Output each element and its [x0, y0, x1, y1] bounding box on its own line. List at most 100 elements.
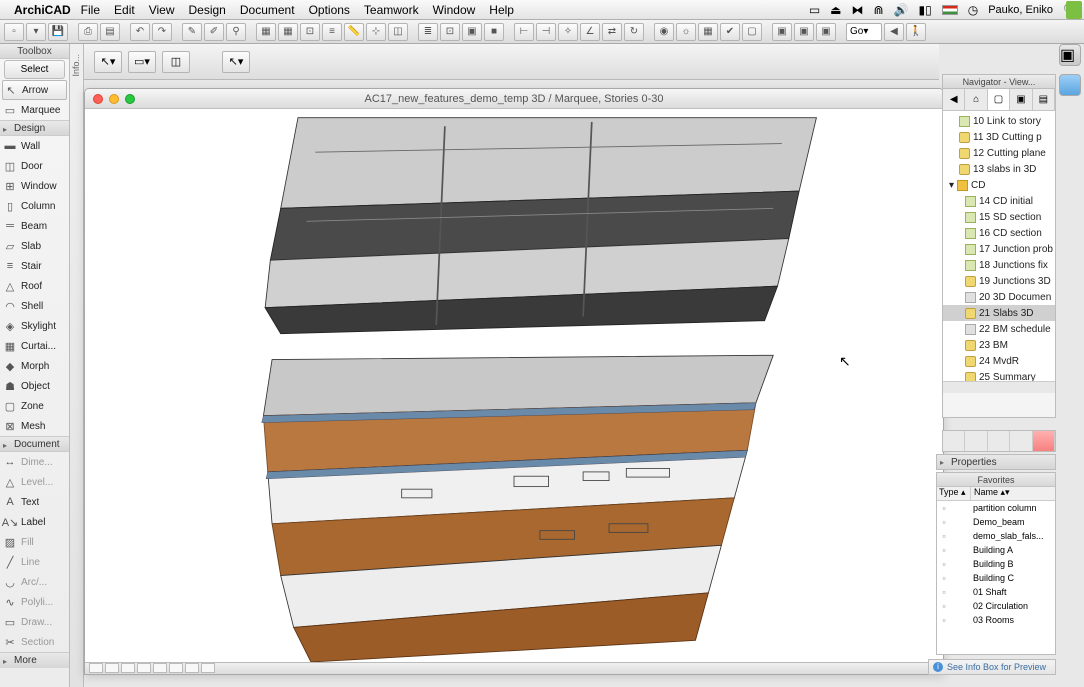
scale-button[interactable]: ⊡ — [440, 23, 460, 41]
select-group-button[interactable]: Select — [4, 60, 65, 79]
tool-beam[interactable]: ═Beam — [0, 216, 69, 236]
guide-button[interactable]: ⊹ — [366, 23, 386, 41]
redo-button[interactable]: ↷ — [152, 23, 172, 41]
nav-item-15-sd-section[interactable]: 15 SD section — [943, 209, 1055, 225]
tool-mesh[interactable]: ⊠Mesh — [0, 416, 69, 436]
nav-tab-back[interactable]: ◀ — [943, 89, 965, 110]
new-doc-button[interactable]: ▫ — [4, 23, 24, 41]
document-group-header[interactable]: Document — [0, 436, 69, 452]
tool-door[interactable]: ◫Door — [0, 156, 69, 176]
tool-morph[interactable]: ◆Morph — [0, 356, 69, 376]
nav-btn-delete[interactable] — [1033, 431, 1055, 451]
menu-options[interactable]: Options — [309, 3, 350, 17]
favorite-partition-column[interactable]: ▫partition column — [937, 501, 1055, 515]
tool-window[interactable]: ⊞Window — [0, 176, 69, 196]
tool-stair[interactable]: ≡Stair — [0, 256, 69, 276]
align-button[interactable]: ⊢ — [514, 23, 534, 41]
nav-tab-project[interactable]: ⌂ — [965, 89, 987, 110]
nav-tab-publish[interactable]: ▤ — [1033, 89, 1055, 110]
nav-item-23-bm[interactable]: 23 BM — [943, 337, 1055, 353]
menu-window[interactable]: Window — [433, 3, 476, 17]
favorites-col-name[interactable]: Name ▴▾ — [971, 487, 1055, 500]
close-window-button[interactable] — [93, 94, 103, 104]
suspend-groups-button[interactable]: ▦ — [256, 23, 276, 41]
bluetooth-icon[interactable]: ⧓ — [852, 3, 864, 17]
tool-section[interactable]: ✂Section — [0, 632, 69, 652]
plot-button[interactable]: ▤ — [100, 23, 120, 41]
navigator-scrollbar[interactable] — [943, 381, 1055, 393]
design-group-header[interactable]: Design — [0, 120, 69, 136]
nav-item-18-junctions-fix[interactable]: 18 Junctions fix — [943, 257, 1055, 273]
nav-btn-3[interactable] — [988, 431, 1010, 451]
tool-draw[interactable]: ▭Draw... — [0, 612, 69, 632]
info-box-strip[interactable]: Info... — [70, 44, 84, 687]
nav-tab-view[interactable]: ▢ — [988, 89, 1010, 110]
rotate-button[interactable]: ↻ — [624, 23, 644, 41]
menu-teamwork[interactable]: Teamwork — [364, 3, 419, 17]
menu-file[interactable]: File — [81, 3, 100, 17]
grid-button[interactable]: ▦ — [278, 23, 298, 41]
sun-button[interactable]: ☼ — [676, 23, 696, 41]
more-group-header[interactable]: More — [0, 652, 69, 668]
tool-fill[interactable]: ▨Fill — [0, 532, 69, 552]
walk-button[interactable]: 🚶 — [906, 23, 926, 41]
flag-hungary-icon[interactable] — [942, 5, 958, 15]
orbit-button[interactable] — [153, 663, 167, 673]
screen-share-button[interactable] — [1059, 74, 1081, 96]
nav-item-21-slabs-3d[interactable]: 21 Slabs 3D — [943, 305, 1055, 321]
nav-item-14-cd-initial[interactable]: 14 CD initial — [943, 193, 1055, 209]
arrow-mode-1[interactable]: ↖▾ — [94, 51, 122, 73]
zoom-extent-button[interactable] — [89, 663, 103, 673]
favorites-col-type[interactable]: Type ▴ — [937, 487, 971, 500]
nav-btn-1[interactable] — [943, 431, 965, 451]
snap-button[interactable]: ⊡ — [300, 23, 320, 41]
arrow-mode-2[interactable]: ▭▾ — [128, 51, 156, 73]
save-button[interactable]: 💾 — [48, 23, 68, 41]
nav-item-10-link-to-story[interactable]: 10 Link to story — [943, 113, 1055, 129]
arrow-mode-4[interactable]: ↖▾ — [222, 51, 250, 73]
angle-button[interactable]: ∠ — [580, 23, 600, 41]
pan-button[interactable] — [137, 663, 151, 673]
favorite-building-a[interactable]: ▫Building A — [937, 543, 1055, 557]
tool-line[interactable]: ╱Line — [0, 552, 69, 572]
video-record-button[interactable]: ▣ — [1059, 44, 1081, 66]
find-button[interactable]: ⚲ — [226, 23, 246, 41]
camera-button[interactable]: ◉ — [654, 23, 674, 41]
open-doc-button[interactable]: ▾ — [26, 23, 46, 41]
view-mode3-button[interactable]: ▣ — [816, 23, 836, 41]
trace-button[interactable]: ◫ — [388, 23, 408, 41]
tool-slab[interactable]: ▱Slab — [0, 236, 69, 256]
tool-wall[interactable]: ▬Wall — [0, 136, 69, 156]
favorite-building-b[interactable]: ▫Building B — [937, 557, 1055, 571]
nav-item-24-mvdr[interactable]: 24 MvdR — [943, 353, 1055, 369]
menu-document[interactable]: Document — [240, 3, 295, 17]
view-mode-button[interactable]: ▣ — [772, 23, 792, 41]
persp-button[interactable]: ▢ — [742, 23, 762, 41]
tool-polyli[interactable]: ∿Polyli... — [0, 592, 69, 612]
measure-button[interactable]: 📏 — [344, 23, 364, 41]
tool-shell[interactable]: ◠Shell — [0, 296, 69, 316]
nav-item-19-junctions-3d[interactable]: 19 Junctions 3D — [943, 273, 1055, 289]
go-dropdown[interactable]: Go ▾ — [846, 23, 882, 41]
layer-button[interactable]: ≣ — [418, 23, 438, 41]
tool-column[interactable]: ▯Column — [0, 196, 69, 216]
navigator-tree[interactable]: 10 Link to story11 3D Cutting p12 Cuttin… — [943, 111, 1055, 381]
nav-item-17-junction-prob[interactable]: 17 Junction prob — [943, 241, 1055, 257]
tool-zone[interactable]: ▢Zone — [0, 396, 69, 416]
eyedropper-button[interactable]: ✎ — [182, 23, 202, 41]
organizer-button[interactable]: ■ — [484, 23, 504, 41]
airplay-icon[interactable]: ▭ — [809, 3, 820, 17]
tool-arc[interactable]: ◡Arc/... — [0, 572, 69, 592]
favorite-demo_beam[interactable]: ▫Demo_beam — [937, 515, 1055, 529]
fit-button[interactable] — [201, 663, 215, 673]
prev-view-button[interactable] — [169, 663, 183, 673]
menu-view[interactable]: View — [149, 3, 175, 17]
favorite-demo_slab_fals-[interactable]: ▫demo_slab_fals... — [937, 529, 1055, 543]
print-button[interactable]: ⎙ — [78, 23, 98, 41]
favorite-01-shaft[interactable]: ▫01 Shaft — [937, 585, 1055, 599]
view-mode2-button[interactable]: ▣ — [794, 23, 814, 41]
nav-btn-4[interactable] — [1010, 431, 1032, 451]
tool-curtai[interactable]: ▦Curtai... — [0, 336, 69, 356]
zoom-window-button[interactable] — [125, 94, 135, 104]
arrow-mode-3[interactable]: ◫ — [162, 51, 190, 73]
